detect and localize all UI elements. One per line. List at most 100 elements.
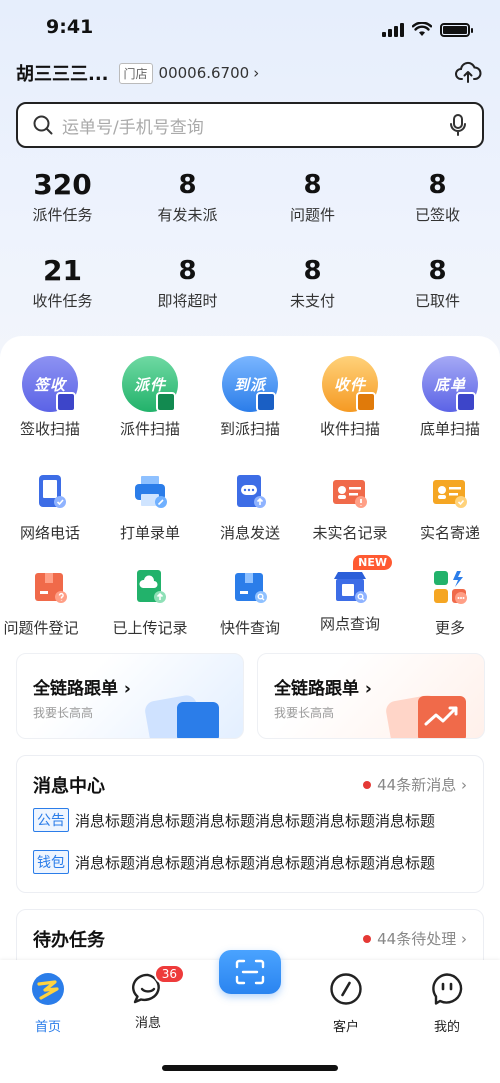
print-order-button[interactable]: 打单录单 — [100, 472, 200, 543]
promo-card-left[interactable]: 全链路跟单 › 我要长高高 — [16, 653, 244, 739]
todo-link[interactable]: 44条待处理 › — [363, 928, 467, 949]
store-code: 00006.6700 — [158, 64, 250, 82]
printer-icon — [135, 476, 167, 508]
stat-value: 8 — [303, 170, 322, 200]
unread-dot — [363, 934, 372, 943]
store-name: 胡三三三... — [16, 64, 109, 85]
unverified-records-button[interactable]: 未实名记录 — [300, 472, 400, 543]
tab-messages[interactable]: 36 消息 — [113, 964, 185, 1031]
stat-picked-up[interactable]: 8 已取件 — [375, 254, 500, 340]
promo-title: 全链路跟单 › — [274, 679, 372, 699]
tool-label: 网点查询 — [319, 615, 380, 633]
stat-signed[interactable]: 8 已签收 — [375, 168, 500, 254]
package-search-button[interactable]: 快件查询 — [200, 567, 300, 638]
package-search-icon — [235, 573, 267, 603]
microphone-icon[interactable] — [448, 113, 468, 137]
message-center-title: 消息中心 — [33, 776, 105, 797]
status-icons — [382, 22, 473, 37]
problem-package-icon — [35, 573, 67, 603]
stat-value: 8 — [428, 170, 447, 200]
network-phone-button[interactable]: 网络电话 — [0, 472, 100, 543]
home-logo-icon — [32, 973, 64, 1005]
message-text: 消息标题消息标题消息标题消息标题消息标题消息标题 — [75, 811, 436, 830]
unread-dot — [363, 780, 372, 789]
stat-near-timeout[interactable]: 8 即将超时 — [125, 254, 250, 340]
outlet-search-button[interactable]: NEW 网点查询 — [300, 555, 400, 638]
verified-id-icon — [433, 480, 467, 508]
new-messages-count: 44条新消息 › — [377, 776, 467, 794]
stats-panel: 320 派件任务 8 有发未派 8 问题件 8 已签收 21 收件任务 8 即将超时 8 未支… — [0, 168, 500, 340]
scan-button[interactable] — [219, 950, 281, 994]
dispatch-scan-button[interactable]: 派件 派件扫描 — [100, 356, 200, 439]
stat-label: 未支付 — [289, 292, 335, 310]
tab-customers[interactable]: 客户 — [311, 972, 381, 1035]
battery-icon — [440, 22, 473, 37]
scan-icon — [235, 959, 265, 985]
tool-label: 快件查询 — [219, 619, 280, 637]
unverified-id-icon — [333, 480, 367, 508]
stat-unpaid[interactable]: 8 未支付 — [250, 254, 375, 340]
tab-home[interactable]: 首页 — [13, 972, 83, 1035]
sign-scan-button[interactable]: 签收 签收扫描 — [0, 356, 100, 439]
message-send-icon — [237, 475, 266, 508]
verified-shipping-button[interactable]: 实名寄递 — [400, 472, 500, 543]
tools-row-1: 网络电话 打单录单 消息发送 未实名记录 实名寄递 — [0, 472, 500, 543]
message-item[interactable]: 钱包 消息标题消息标题消息标题消息标题消息标题消息标题 — [33, 850, 473, 874]
new-messages-link[interactable]: 44条新消息 › — [363, 774, 467, 795]
upload-records-button[interactable]: 已上传记录 — [100, 567, 200, 638]
promo-card-right[interactable]: 全链路跟单 › 我要长高高 — [257, 653, 485, 739]
sign-scan-icon: 签收 — [22, 356, 78, 412]
tool-label: 网络电话 — [19, 524, 80, 542]
problem-register-button[interactable]: 问题件登记 — [0, 567, 100, 638]
tab-profile[interactable]: 我的 — [412, 972, 482, 1035]
tool-label: 未实名记录 — [312, 524, 388, 542]
search-icon — [33, 115, 53, 135]
upload-record-icon — [137, 570, 166, 603]
home-indicator — [162, 1065, 338, 1071]
scan-label: 收件扫描 — [319, 420, 380, 438]
stat-value: 8 — [303, 256, 322, 286]
search-bar[interactable]: 运单号/手机号查询 — [16, 102, 484, 148]
dispatch-scan-icon: 派件 — [122, 356, 178, 412]
message-tag: 公告 — [33, 808, 69, 832]
stat-dispatch-tasks[interactable]: 320 派件任务 — [0, 168, 125, 254]
search-input[interactable]: 运单号/手机号查询 — [62, 113, 448, 138]
stat-label: 有发未派 — [157, 206, 218, 224]
unread-count-badge: 36 — [153, 964, 185, 984]
receipt-scan-button[interactable]: 底单 底单扫描 — [400, 356, 500, 439]
more-apps-icon — [434, 571, 467, 604]
stat-problem-items[interactable]: 8 问题件 — [250, 168, 375, 254]
stat-value: 21 — [43, 254, 82, 287]
receive-scan-icon: 收件 — [322, 356, 378, 412]
compass-icon — [330, 973, 362, 1005]
tool-label: 打单录单 — [119, 524, 180, 542]
arrive-scan-icon: 到派 — [222, 356, 278, 412]
stat-pickup-tasks[interactable]: 21 收件任务 — [0, 254, 125, 340]
receive-scan-button[interactable]: 收件 收件扫描 — [300, 356, 400, 439]
message-tag: 钱包 — [33, 850, 69, 874]
stat-sent-not-dispatched[interactable]: 8 有发未派 — [125, 168, 250, 254]
receipt-scan-icon: 底单 — [422, 356, 478, 412]
message-send-button[interactable]: 消息发送 — [200, 472, 300, 543]
stat-label: 派件任务 — [32, 206, 93, 224]
stat-label: 已签收 — [414, 206, 460, 224]
cloud-upload-icon[interactable] — [454, 58, 482, 86]
message-text: 消息标题消息标题消息标题消息标题消息标题消息标题 — [75, 853, 436, 872]
promo-decor-icon — [145, 695, 219, 738]
message-center-card: 消息中心 44条新消息 › 公告 消息标题消息标题消息标题消息标题消息标题消息标… — [16, 755, 484, 893]
promo-subtitle: 我要长高高 — [274, 706, 335, 720]
stat-value: 8 — [178, 170, 197, 200]
scan-label: 到派扫描 — [219, 420, 280, 438]
more-button[interactable]: 更多 — [400, 567, 500, 638]
stat-value: 320 — [33, 168, 92, 201]
profile-face-icon — [432, 973, 463, 1005]
stat-label: 已取件 — [414, 292, 460, 310]
message-item[interactable]: 公告 消息标题消息标题消息标题消息标题消息标题消息标题 — [33, 808, 473, 832]
todo-title: 待办任务 — [33, 930, 105, 951]
store-selector[interactable]: 胡三三三... 门店 00006.6700 › — [16, 58, 484, 88]
new-badge: NEW — [353, 555, 392, 570]
tools-row-2: 问题件登记 已上传记录 快件查询 NEW 网点查询 更多 — [0, 555, 500, 638]
arrive-scan-button[interactable]: 到派 到派扫描 — [200, 356, 300, 439]
stat-label: 即将超时 — [157, 292, 218, 310]
wifi-icon — [412, 22, 432, 36]
